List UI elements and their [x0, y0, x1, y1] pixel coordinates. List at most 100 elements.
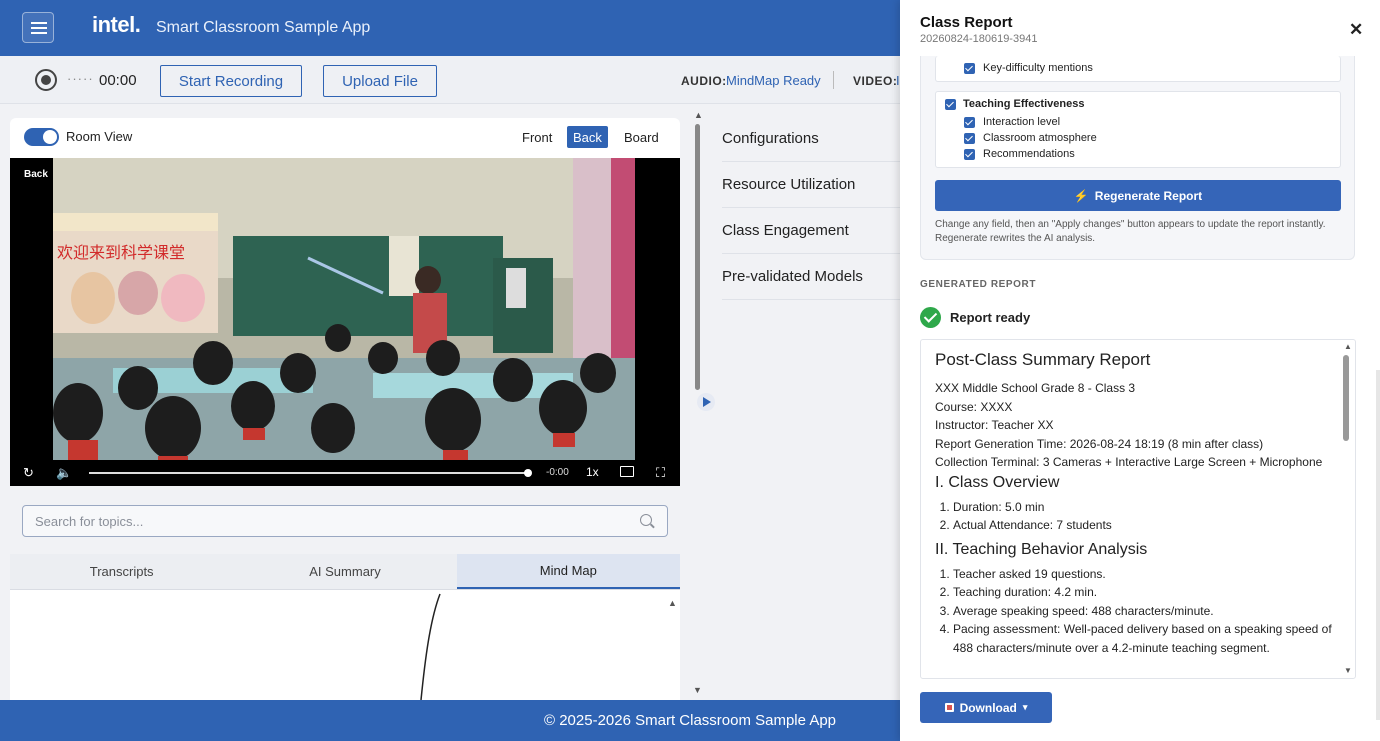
search-icon[interactable] — [640, 514, 652, 526]
video-progress-bar[interactable] — [89, 469, 532, 477]
group-title: Teaching Effectiveness — [963, 98, 1085, 110]
regenerate-report-button[interactable]: ⚡ Regenerate Report — [935, 180, 1341, 211]
check-circle-icon — [920, 307, 941, 328]
drawer-title: Class Report — [920, 14, 1013, 31]
pdf-icon — [944, 703, 954, 712]
svg-text:欢迎来到科学课堂: 欢迎来到科学课堂 — [57, 243, 185, 262]
checkbox-interaction-level[interactable] — [964, 117, 975, 128]
audio-status-value: MindMap Ready — [726, 73, 821, 88]
record-icon[interactable] — [35, 69, 57, 91]
list-item: Actual Attendance: 7 students — [953, 516, 1335, 535]
generated-report-label: GENERATED REPORT — [920, 279, 1037, 290]
report-scroll-down-arrow[interactable]: ▼ — [1344, 666, 1352, 675]
download-label: Download — [959, 700, 1017, 715]
chevron-down-icon: ▾ — [1022, 702, 1028, 712]
tab-ai-summary[interactable]: AI Summary — [233, 554, 456, 589]
nav-item-pre-validated-models[interactable]: Pre-validated Models — [722, 254, 900, 300]
report-section-title: II. Teaching Behavior Analysis — [935, 540, 1148, 558]
close-drawer-button[interactable]: ✕ — [1349, 20, 1363, 40]
list-item: Duration: 5.0 min — [953, 498, 1335, 517]
room-view-toggle[interactable] — [24, 128, 59, 146]
list-item: Pacing assessment: Well-paced delivery b… — [953, 620, 1335, 657]
nav-item-class-engagement[interactable]: Class Engagement — [722, 208, 900, 254]
report-config-card: Key-difficulty mentions Teaching Effecti… — [920, 56, 1355, 260]
audio-level-indicator: ····· — [67, 71, 94, 86]
nav-item-resource-utilization[interactable]: Resource Utilization — [722, 162, 900, 208]
report-scrollbar[interactable] — [1343, 355, 1349, 441]
tab-mind-map[interactable]: Mind Map — [456, 554, 680, 589]
menu-icon-line — [31, 22, 47, 24]
upload-file-button[interactable]: Upload File — [323, 65, 437, 97]
nav-item-configurations[interactable]: Configurations — [722, 116, 900, 162]
list-item: Average speaking speed: 488 characters/m… — [953, 602, 1335, 621]
playback-speed-button[interactable]: 1x — [586, 465, 599, 479]
report-title: Post-Class Summary Report — [935, 350, 1151, 369]
report-status: Report ready — [950, 310, 1031, 325]
report-meta-line: Collection Terminal: 3 Cameras + Interac… — [935, 455, 1323, 469]
checkbox-classroom-atmosphere[interactable] — [964, 133, 975, 144]
checkbox-label: Interaction level — [983, 116, 1061, 128]
drawer-scrollbar[interactable] — [1376, 370, 1380, 720]
recording-toolbar: ····· 00:00 Start Recording Upload File … — [0, 56, 900, 104]
class-overview-list: Duration: 5.0 min Actual Attendance: 7 s… — [953, 498, 1335, 535]
view-board-button[interactable]: Board — [618, 126, 665, 148]
report-section-title: I. Class Overview — [935, 473, 1060, 491]
footer-copyright: © 2025-2026 Smart Classroom Sample App — [543, 712, 837, 729]
fullscreen-icon[interactable]: ⛶ — [656, 465, 665, 481]
class-report-drawer: Class Report 20260824-180619-3941 ✕ Key-… — [900, 0, 1380, 741]
app-title: Smart Classroom Sample App — [156, 19, 371, 36]
report-meta-line: Course: XXXX — [935, 399, 1013, 414]
checkbox-label: Key-difficulty mentions — [983, 62, 1093, 74]
config-group-teaching-effectiveness: Teaching Effectiveness Interaction level… — [935, 91, 1341, 168]
content-tabs: Transcripts AI Summary Mind Map — [10, 554, 680, 590]
menu-icon-line — [31, 27, 47, 29]
teaching-behavior-list: Teacher asked 19 questions. Teaching dur… — [953, 565, 1335, 658]
download-button[interactable]: Download ▾ — [920, 692, 1052, 723]
replay-icon[interactable]: ↻ — [23, 465, 34, 481]
scroll-up-arrow[interactable]: ▲ — [668, 598, 677, 608]
divider-scroll-up-arrow[interactable]: ▲ — [694, 110, 703, 120]
view-back-button[interactable]: Back — [567, 126, 608, 148]
picture-in-picture-icon[interactable] — [620, 466, 634, 477]
classroom-video-frame: 欢迎来到科学课堂 — [53, 158, 635, 460]
report-scroll-up-arrow[interactable]: ▲ — [1344, 342, 1352, 351]
config-group: Key-difficulty mentions — [935, 56, 1341, 82]
checkbox-key-difficulty[interactable] — [964, 63, 975, 74]
intel-logo: intel. — [92, 12, 141, 37]
checkbox-teaching-effectiveness[interactable] — [945, 99, 956, 110]
report-meta-line: Instructor: Teacher XX — [935, 418, 1054, 432]
regenerate-label: Regenerate Report — [1094, 188, 1203, 203]
hamburger-menu-button[interactable] — [22, 12, 54, 43]
view-front-button[interactable]: Front — [516, 126, 558, 148]
drawer-session-id: 20260824-180619-3941 — [920, 33, 1038, 45]
video-status-label: VIDEO: — [853, 74, 898, 88]
mind-map-canvas[interactable] — [10, 590, 680, 700]
expand-panel-button[interactable] — [697, 393, 715, 411]
list-item: Teaching duration: 4.2 min. — [953, 583, 1335, 602]
menu-icon-line — [31, 32, 47, 34]
video-panel: Room View Front Back Board 欢迎来到科学课堂 Back… — [10, 118, 680, 486]
report-meta-line: XXX Middle School Grade 8 - Class 3 — [935, 381, 1136, 395]
recording-timer: 00:00 — [99, 72, 137, 89]
video-player[interactable]: 欢迎来到科学课堂 Back ↻ 🔈 -0:00 1x ⛶ — [10, 158, 680, 486]
checkbox-label: Classroom atmosphere — [983, 132, 1097, 144]
search-input[interactable] — [22, 505, 668, 537]
divider-scrollbar[interactable] — [695, 124, 700, 390]
regenerate-hint: Change any field, then an "Apply changes… — [935, 219, 1326, 244]
checkbox-label: Recommendations — [983, 148, 1075, 160]
video-controls: ↻ 🔈 -0:00 1x ⛶ — [10, 460, 680, 486]
volume-icon[interactable]: 🔈 — [56, 465, 72, 481]
lightning-icon: ⚡ — [1073, 188, 1089, 203]
status-separator — [833, 71, 834, 89]
report-meta-line: Report Generation Time: 2026-08-24 18:19… — [935, 436, 1264, 451]
list-item: Teacher asked 19 questions. — [953, 565, 1335, 584]
checkbox-recommendations[interactable] — [964, 149, 975, 160]
start-recording-button[interactable]: Start Recording — [160, 65, 302, 97]
tab-transcripts[interactable]: Transcripts — [10, 554, 233, 589]
camera-label: Back — [24, 169, 48, 180]
side-navigation: Configurations Resource Utilization Clas… — [722, 116, 900, 300]
audio-status-label: AUDIO: — [681, 74, 727, 88]
report-content[interactable]: Post-Class Summary Report XXX Middle Sch… — [920, 339, 1356, 679]
video-remaining-time: -0:00 — [546, 467, 569, 478]
report-body: Post-Class Summary Report XXX Middle Sch… — [935, 350, 1335, 657]
